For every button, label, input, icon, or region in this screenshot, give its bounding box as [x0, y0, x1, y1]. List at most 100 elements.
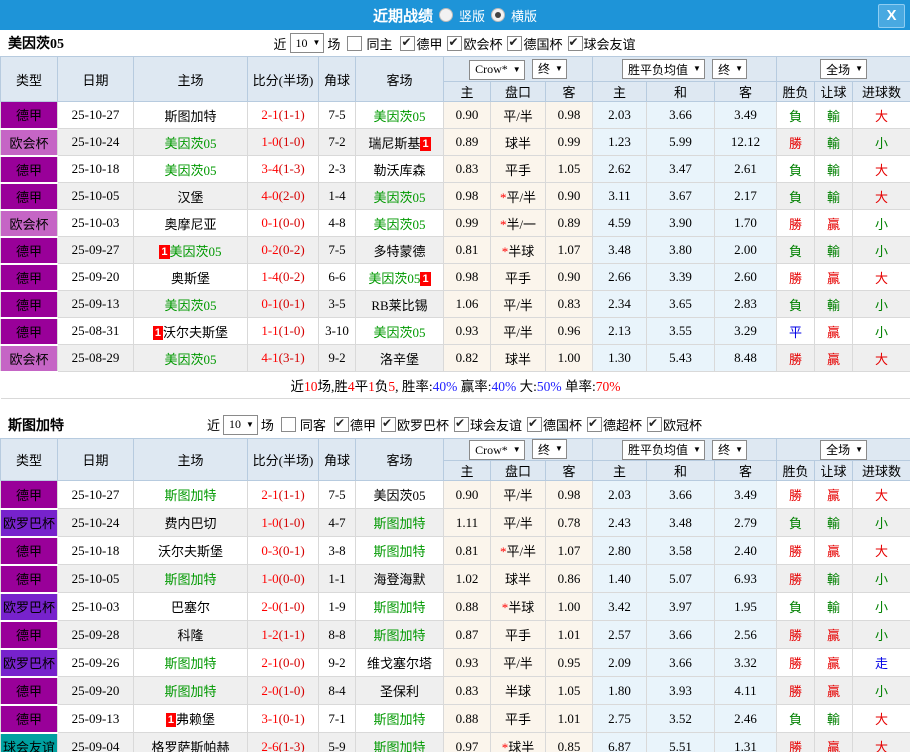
odds-final-select[interactable]: 终 ▼	[531, 58, 567, 79]
avg-away-cell: 1.31	[714, 732, 778, 752]
handicap-result-cell: 輸	[814, 592, 854, 621]
col-header-away: 客场	[355, 56, 444, 102]
league-filter-label: 欧冠杯	[663, 418, 703, 433]
league-filter-checkbox[interactable]	[567, 35, 583, 51]
team-name: 斯图加特	[373, 544, 426, 559]
league-badge: 德甲	[0, 317, 58, 346]
outcome-cell: 平	[776, 317, 816, 345]
recent-count-select[interactable]: 10 ▼	[289, 33, 325, 53]
odds-home-cell: 0.81	[443, 536, 491, 565]
same-venue-checkbox[interactable]	[347, 35, 363, 51]
chevron-down-icon: ▼	[512, 64, 521, 74]
avg-odds-select[interactable]: 胜平负均值 ▼	[621, 59, 705, 79]
corners-cell: 8-8	[318, 620, 356, 649]
match-date: 25-10-24	[57, 508, 134, 537]
scope-select[interactable]: 全场 ▼	[820, 439, 867, 460]
team-name: 美因茨05	[164, 297, 217, 313]
odds-home-cell: 0.98	[443, 182, 491, 210]
league-filter-checkbox[interactable]	[647, 416, 663, 432]
col-header-handicap: 盘口	[490, 460, 546, 481]
team-name: 科隆	[177, 628, 204, 643]
layout-horizontal-radio[interactable]	[491, 8, 505, 22]
summary-part: 40%	[491, 379, 517, 395]
goals-result-cell: 走	[852, 648, 910, 677]
team-name: 弗赖堡	[176, 712, 216, 727]
scope-select[interactable]: 全场 ▼	[820, 59, 867, 79]
outcome-cell: 勝	[776, 732, 816, 752]
match-date: 25-09-20	[57, 676, 134, 705]
away-team-cell: 多特蒙德	[355, 236, 444, 264]
outcome-cell: 勝	[776, 263, 816, 291]
league-filter-checkbox[interactable]	[453, 416, 469, 432]
home-team-cell: 沃尔夫斯堡	[133, 536, 248, 565]
half-time-score: (0-1)	[278, 710, 305, 726]
same-venue-checkbox[interactable]	[280, 417, 296, 432]
handicap-result-cell: 贏	[814, 344, 854, 372]
odds-handicap-cell: 平手	[490, 704, 546, 733]
match-row: 欧会杯 25-10-24 美因茨05 1-0(1-0) 7-2 瑞尼斯基 1 0.89 球半 0.…	[0, 128, 910, 157]
league-filter-checkbox[interactable]	[447, 35, 463, 51]
odds-company-select[interactable]: Crow* ▼	[469, 440, 525, 460]
avg-draw-cell: 3.48	[646, 508, 716, 537]
team-name: 美因茨05	[169, 243, 222, 259]
goals-result-cell: 小	[852, 317, 910, 345]
avg-final-select[interactable]: 终 ▼	[712, 59, 748, 79]
odds-away-cell: 0.98	[544, 101, 594, 129]
col-header-date: 日期	[57, 56, 134, 102]
league-badge: 欧会杯	[0, 209, 58, 238]
full-time-score: 2-1	[261, 486, 279, 502]
avg-draw-cell: 5.51	[646, 732, 716, 752]
score-cell: 3-1(0-1)	[247, 704, 319, 733]
league-filter-checkbox[interactable]	[400, 35, 416, 51]
odds-home-cell: 0.90	[443, 101, 491, 129]
avg-odds-select[interactable]: 胜平负均值 ▼	[621, 439, 705, 460]
summary-part: 平	[354, 379, 369, 395]
full-time-score: 3-4	[261, 161, 279, 176]
score-cell: 4-1(3-1)	[247, 344, 319, 372]
match-row: 德甲 25-09-20 奥斯堡 1-4(0-2) 6-6 美因茨05 1 0.98 平手 0.90…	[0, 263, 910, 292]
outcome-cell: 勝	[776, 648, 816, 677]
close-icon[interactable]: X	[878, 4, 905, 28]
recent-count-select[interactable]: 10 ▼	[222, 414, 258, 435]
odds-home-cell: 1.11	[443, 508, 491, 537]
half-time-score: (0-0)	[278, 654, 305, 670]
handicap-line: 半球	[508, 600, 535, 615]
league-badge: 德甲	[0, 101, 58, 130]
league-filter-group: 德甲 欧罗巴杯 球会友谊 德国杯 德超杯 欧冠杯	[330, 415, 703, 434]
league-filter-checkbox[interactable]	[587, 416, 602, 432]
home-team-cell: 斯图加特	[133, 564, 248, 593]
outcome-cell: 負	[776, 704, 816, 733]
team-name: 斯图加特	[373, 628, 426, 643]
layout-vertical-radio[interactable]	[438, 8, 453, 22]
odds-away-cell: 1.01	[544, 704, 594, 733]
league-filter-checkbox[interactable]	[526, 416, 542, 432]
league-filter-checkbox[interactable]	[380, 416, 396, 432]
avg-final-select[interactable]: 终 ▼	[712, 439, 748, 460]
col-header-avg-home: 主	[592, 81, 648, 102]
odds-home-cell: 0.90	[443, 480, 491, 509]
avg-draw-cell: 3.55	[646, 317, 716, 345]
away-team-cell: 斯图加特	[355, 592, 444, 621]
goals-result-cell: 小	[852, 128, 910, 156]
summary-part: 1	[368, 379, 375, 395]
col-header-handicap-result: 让球	[814, 460, 854, 481]
away-team-cell: 洛辛堡	[355, 344, 444, 372]
match-date: 25-10-05	[57, 182, 134, 210]
avg-home-cell: 3.42	[592, 592, 648, 621]
goals-result-cell: 大	[852, 263, 910, 291]
odds-company-select[interactable]: Crow* ▼	[469, 59, 525, 80]
odds-handicap-cell: *半/一	[490, 209, 546, 237]
avg-home-cell: 1.23	[592, 128, 648, 156]
avg-away-cell: 2.79	[714, 508, 778, 537]
col-header-goals: 进球数	[852, 81, 910, 102]
odds-final-select[interactable]: 终 ▼	[531, 439, 567, 459]
match-row: 欧会杯 25-10-03 奥摩尼亚 0-1(0-0) 4-8 美因茨05 0.99 *半/一 0…	[0, 209, 910, 238]
league-filter-checkbox[interactable]	[507, 35, 523, 51]
avg-draw-cell: 3.47	[646, 155, 716, 183]
league-badge: 德甲	[0, 620, 58, 650]
match-row: 球会友谊 25-09-04 格罗萨斯帕赫 2-6(1-3) 5-9 斯图加特 0.97 *球半…	[0, 732, 910, 752]
team-name: 美因茨05	[368, 270, 421, 286]
half-time-score: (1-0)	[278, 134, 305, 149]
league-filter-checkbox[interactable]	[333, 416, 349, 432]
home-team-cell: 斯图加特	[133, 676, 248, 705]
